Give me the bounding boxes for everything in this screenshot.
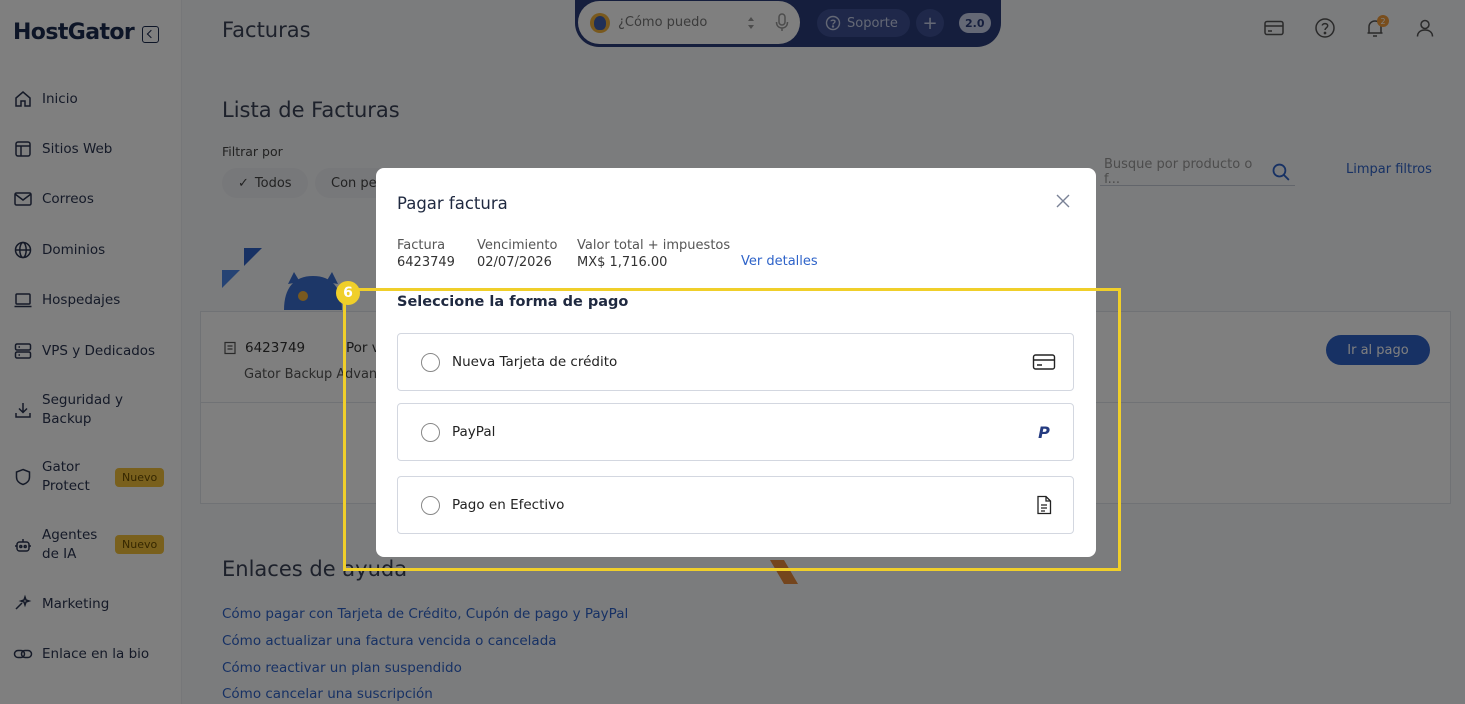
invoice-meta-total: Valor total + impuestos MX$ 1,716.00 bbox=[577, 237, 730, 271]
credit-card-icon bbox=[1032, 350, 1056, 374]
paypal-icon: P bbox=[1038, 422, 1050, 442]
payment-option-label: Nueva Tarjeta de crédito bbox=[452, 354, 618, 370]
payment-option-credit-card[interactable]: Nueva Tarjeta de crédito bbox=[397, 333, 1074, 391]
close-icon[interactable] bbox=[1054, 192, 1072, 210]
payment-option-paypal[interactable]: PayPal P bbox=[397, 403, 1074, 461]
payment-option-cash[interactable]: Pago en Efectivo bbox=[397, 476, 1074, 534]
payment-option-label: PayPal bbox=[452, 424, 496, 440]
document-icon bbox=[1032, 493, 1056, 517]
modal-title: Pagar factura bbox=[397, 194, 508, 213]
invoice-meta-due: Vencimiento 02/07/2026 bbox=[477, 237, 557, 271]
view-details-link[interactable]: Ver detalles bbox=[741, 254, 818, 269]
meta-label: Valor total + impuestos bbox=[577, 238, 731, 253]
radio-button[interactable] bbox=[421, 422, 440, 442]
meta-value: 02/07/2026 bbox=[477, 255, 552, 270]
meta-value: 6423749 bbox=[397, 255, 455, 270]
payment-method-title: Seleccione la forma de pago bbox=[397, 294, 629, 310]
radio-button[interactable] bbox=[421, 352, 440, 372]
meta-value: MX$ 1,716.00 bbox=[577, 255, 668, 270]
radio-button[interactable] bbox=[421, 495, 440, 515]
payment-option-label: Pago en Efectivo bbox=[452, 497, 565, 513]
invoice-meta-number: Factura 6423749 bbox=[397, 237, 455, 271]
meta-label: Vencimiento bbox=[477, 238, 558, 253]
meta-label: Factura bbox=[397, 238, 446, 253]
tutorial-step-badge: 6 bbox=[336, 281, 360, 305]
pay-invoice-modal: Pagar factura Factura 6423749 Vencimient… bbox=[376, 168, 1096, 557]
